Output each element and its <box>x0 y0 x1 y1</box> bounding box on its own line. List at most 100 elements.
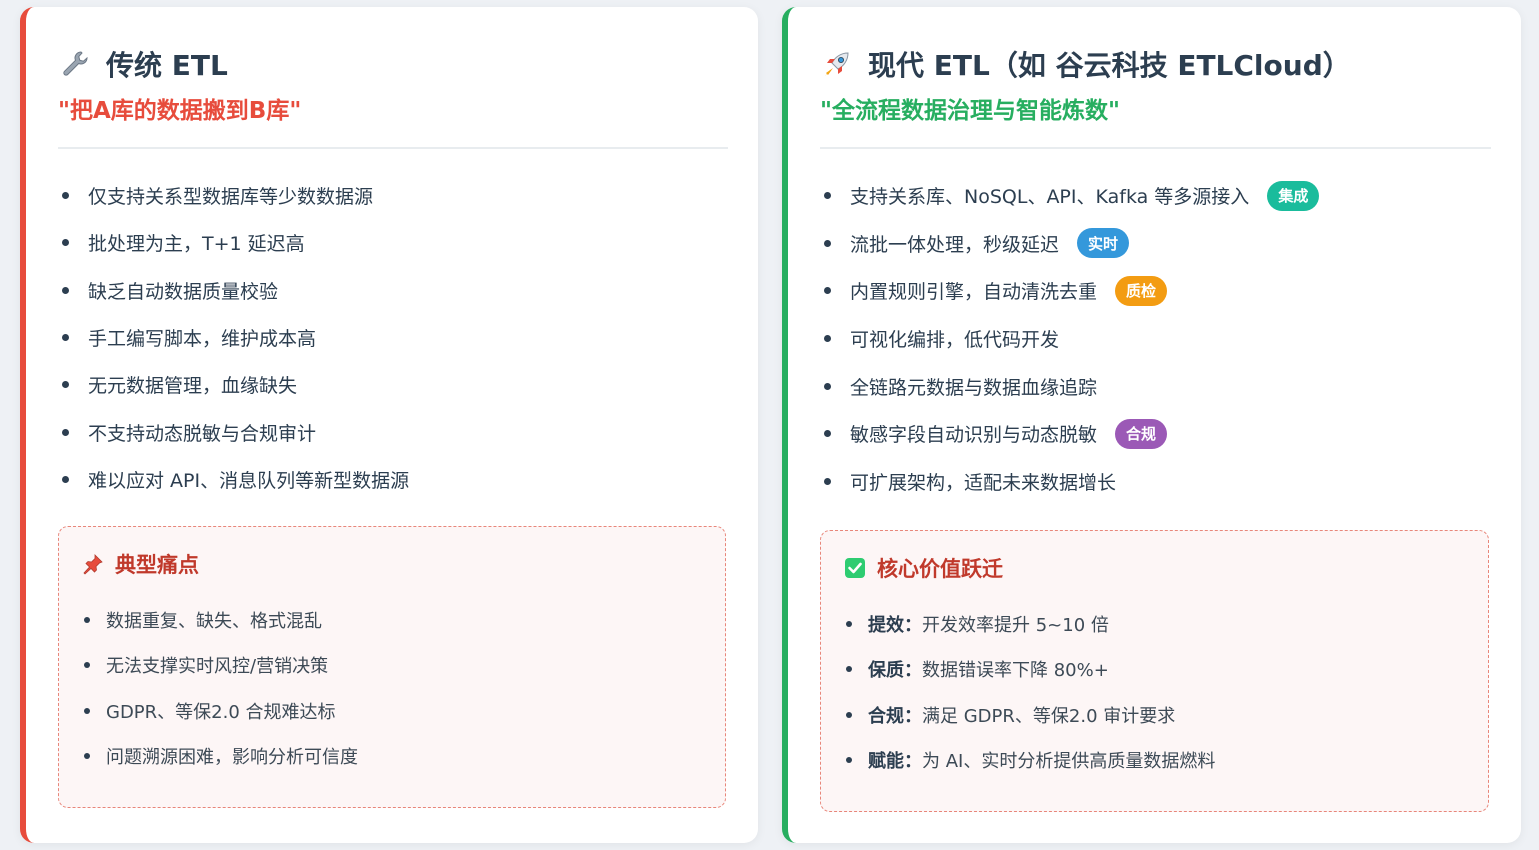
feature-text: 可扩展架构，适配未来数据增长 <box>850 471 1117 494</box>
bullet <box>62 475 69 483</box>
feature-text: 可视化编排，低代码开发 <box>850 329 1060 352</box>
list-item: 数据重复、缺失、格式混乱 <box>84 597 705 643</box>
feature-text: 手工编写脚本，维护成本高 <box>88 328 317 351</box>
pain-point-text: 问题溯源困难，影响分析可信度 <box>106 747 358 769</box>
list-item: 问题溯源困难，影响分析可信度 <box>84 734 705 780</box>
check-box-icon <box>843 556 867 580</box>
core-value-list: 提效： 开发效率提升 5~10 倍 保质： 数据错误率下降 80%+ 合规： 满足 G… <box>846 601 1468 783</box>
list-item: 手工编写脚本，维护成本高 <box>62 314 728 361</box>
feature-text: 不支持动态脱敏与合规审计 <box>88 422 317 445</box>
value-label: 合规： <box>868 705 922 727</box>
modern-etl-divider <box>820 147 1491 149</box>
traditional-etl-subtitle: "把A库的数据搬到B库" <box>58 98 302 124</box>
list-item: 流批一体处理，秒级延迟 实时 <box>824 220 1491 268</box>
pain-point-text: 数据重复、缺失、格式混乱 <box>106 610 322 632</box>
core-value-box: 核心价值跃迁 提效： 开发效率提升 5~10 倍 保质： 数据错误率下降 80%+ … <box>820 530 1489 812</box>
feature-tag: 实时 <box>1077 228 1130 259</box>
list-item: 合规： 满足 GDPR、等保2.0 审计要求 <box>846 692 1468 738</box>
bullet <box>62 428 69 436</box>
value-label: 赋能： <box>868 751 922 773</box>
traditional-etl-card: 传统 ETL "把A库的数据搬到B库" 仅支持关系型数据库等少数数据源 批处理为… <box>20 7 758 843</box>
list-item: 保质： 数据错误率下降 80%+ <box>846 647 1468 693</box>
list-item: 全链路元数据与数据血缘追踪 <box>824 362 1491 410</box>
pain-points-box: 典型痛点 数据重复、缺失、格式混乱 无法支撑实时风控/营销决策 GDPR、等保2… <box>58 526 726 808</box>
bullet <box>84 707 90 714</box>
feature-tag: 合规 <box>1115 418 1168 449</box>
value-text: 数据错误率下降 80%+ <box>922 660 1109 682</box>
pain-points-title: 典型痛点 <box>81 549 199 579</box>
bullet <box>84 662 90 669</box>
feature-text: 流批一体处理，秒级延迟 <box>850 233 1060 256</box>
list-item: 赋能：为 AI、实时分析提供高质量数据燃料 <box>846 738 1468 784</box>
bullet <box>846 711 852 718</box>
pain-point-text: 无法支撑实时风控/营销决策 <box>106 656 329 678</box>
bullet <box>62 286 69 294</box>
value-text: 满足 GDPR、等保2.0 审计要求 <box>922 705 1176 727</box>
list-item: 内置规则引擎，自动清洗去重 质检 <box>824 267 1491 315</box>
bullet <box>824 335 831 343</box>
modern-feature-list: 支持关系库、NoSQL、API、Kafka 等多源接入 集成 流批一体处理，秒级延… <box>824 172 1491 505</box>
list-item: 支持关系库、NoSQL、API、Kafka 等多源接入 集成 <box>824 172 1491 220</box>
value-text: 开发效率提升 5~10 倍 <box>922 614 1109 636</box>
traditional-etl-divider <box>58 147 728 149</box>
pain-points-list: 数据重复、缺失、格式混乱 无法支撑实时风控/营销决策 GDPR、等保2.0 合规… <box>84 597 705 779</box>
bullet <box>824 192 831 200</box>
traditional-etl-title: 传统 ETL <box>58 44 728 84</box>
value-text: 为 AI、实时分析提供高质量数据燃料 <box>922 751 1216 773</box>
feature-text: 批处理为主，T+1 延迟高 <box>88 233 305 256</box>
bullet <box>824 287 831 295</box>
modern-etl-subtitle: "全流程数据治理与智能炼数" <box>820 98 1120 124</box>
list-item: 提效： 开发效率提升 5~10 倍 <box>846 601 1468 647</box>
bullet <box>62 239 69 247</box>
core-value-title: 核心价值跃迁 <box>843 553 1003 583</box>
modern-etl-header: 现代 ETL（如 谷云科技 ETLCloud） "全流程数据治理与智能炼数" <box>820 44 1491 128</box>
feature-text: 全链路元数据与数据血缘追踪 <box>850 376 1098 399</box>
list-item: 批处理为主，T+1 延迟高 <box>62 219 728 266</box>
list-item: 不支持动态脱敏与合规审计 <box>62 408 728 455</box>
core-value-title-text: 核心价值跃迁 <box>877 557 1003 581</box>
feature-text: 无元数据管理，血缘缺失 <box>88 375 298 398</box>
list-item: 无元数据管理，血缘缺失 <box>62 361 728 408</box>
feature-tag: 质检 <box>1115 275 1168 306</box>
feature-tag: 集成 <box>1267 180 1320 211</box>
value-label: 提效： <box>868 614 922 636</box>
list-item: 可扩展架构，适配未来数据增长 <box>824 458 1491 506</box>
value-label: 保质： <box>868 660 922 682</box>
rocket-icon <box>820 47 854 81</box>
pain-point-text: GDPR、等保2.0 合规难达标 <box>106 701 336 723</box>
bullet <box>62 381 69 389</box>
bullet <box>824 239 831 247</box>
feature-text: 内置规则引擎，自动清洗去重 <box>850 281 1098 304</box>
list-item: 敏感字段自动识别与动态脱敏 合规 <box>824 410 1491 458</box>
modern-etl-card: 现代 ETL（如 谷云科技 ETLCloud） "全流程数据治理与智能炼数" 支… <box>782 7 1521 843</box>
feature-text: 仅支持关系型数据库等少数数据源 <box>88 186 374 209</box>
bullet <box>62 192 69 200</box>
bullet <box>846 757 852 764</box>
bullet <box>846 620 852 627</box>
bullet <box>824 382 831 390</box>
traditional-feature-list: 仅支持关系型数据库等少数数据源 批处理为主，T+1 延迟高 缺乏自动数据质量校验… <box>62 172 728 503</box>
list-item: 缺乏自动数据质量校验 <box>62 267 728 314</box>
bullet <box>824 430 831 438</box>
feature-text: 敏感字段自动识别与动态脱敏 <box>850 424 1098 447</box>
list-item: 可视化编排，低代码开发 <box>824 315 1491 363</box>
traditional-etl-title-text: 传统 ETL <box>106 49 228 82</box>
bullet <box>84 616 90 623</box>
bullet <box>846 666 852 673</box>
feature-text: 难以应对 API、消息队列等新型数据源 <box>88 469 410 492</box>
list-item: 无法支撑实时风控/营销决策 <box>84 643 705 689</box>
modern-etl-title: 现代 ETL（如 谷云科技 ETLCloud） <box>820 44 1491 84</box>
traditional-etl-header: 传统 ETL "把A库的数据搬到B库" <box>58 44 728 128</box>
list-item: 仅支持关系型数据库等少数数据源 <box>62 172 728 219</box>
wrench-icon <box>58 47 92 81</box>
bullet <box>62 334 69 342</box>
bullet <box>84 753 90 760</box>
modern-etl-title-text: 现代 ETL（如 谷云科技 ETLCloud） <box>868 49 1351 82</box>
list-item: GDPR、等保2.0 合规难达标 <box>84 688 705 734</box>
list-item: 难以应对 API、消息队列等新型数据源 <box>62 456 728 503</box>
feature-text: 缺乏自动数据质量校验 <box>88 280 279 303</box>
feature-text: 支持关系库、NoSQL、API、Kafka 等多源接入 <box>850 186 1250 209</box>
bullet <box>824 477 831 485</box>
pushpin-icon <box>81 552 105 576</box>
pain-points-title-text: 典型痛点 <box>115 553 199 577</box>
